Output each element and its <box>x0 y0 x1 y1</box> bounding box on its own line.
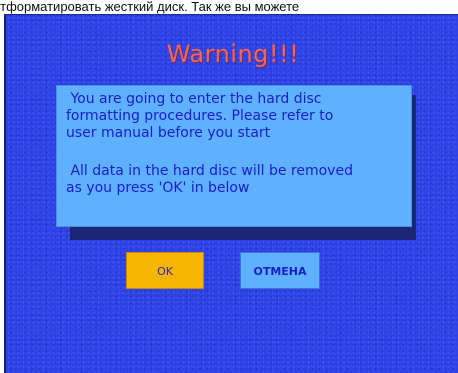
data-loss-message-text: All data in the hard disc will be remove… <box>66 163 353 196</box>
warning-title: Warning!!! <box>166 40 300 68</box>
ok-button[interactable]: OK <box>126 252 204 289</box>
top-caption: Отформатировать жесткий диск. Так же вы … <box>0 0 458 14</box>
format-warning-screen: Warning!!! You are going to enter the ha… <box>4 14 458 373</box>
cancel-button[interactable]: ОТМЕНА <box>240 252 320 289</box>
warning-message-text: You are going to enter the hard disc for… <box>66 91 334 141</box>
warning-message-box: You are going to enter the hard disc for… <box>56 85 412 227</box>
